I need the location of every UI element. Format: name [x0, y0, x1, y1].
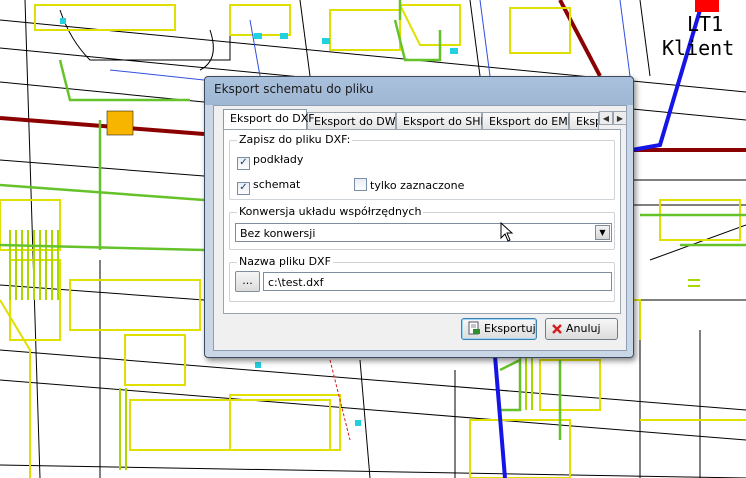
tab-bar: Eksport do DXF Eksport do DWG Eksport do…: [222, 109, 622, 129]
dialog-title: Eksport schematu do pliku: [214, 82, 374, 96]
close-icon: [552, 324, 562, 334]
browse-button[interactable]: ...: [235, 271, 260, 292]
export-dialog: Eksport schematu do pliku Eksport do DXF…: [204, 76, 634, 358]
cancel-button-label: Anuluj: [566, 322, 601, 335]
checkbox-schemat[interactable]: ✓ schemat: [237, 178, 300, 195]
filename-group: Nazwa pliku DXF ... c:\test.dxf: [229, 255, 615, 302]
dialog-titlebar[interactable]: Eksport schematu do pliku: [205, 77, 633, 103]
mouse-cursor-icon: [500, 222, 514, 242]
tab-export-emf[interactable]: Eksport do EMF: [482, 112, 574, 129]
filename-input[interactable]: c:\test.dxf: [263, 272, 612, 291]
checkbox-tylko-zaznaczone[interactable]: tylko zaznaczone: [354, 178, 464, 192]
export-button[interactable]: Eksportuj: [461, 318, 537, 340]
conversion-group-title: Konwersja układu współrzędnych: [237, 205, 424, 218]
save-group-title: Zapisz do pliku DXF:: [237, 133, 353, 146]
checkbox-tylko-zaznaczone-box[interactable]: [354, 178, 367, 191]
tab-export-shp[interactable]: Eksport do SHP: [396, 112, 487, 129]
checkbox-schemat-box[interactable]: ✓: [237, 182, 250, 195]
checkbox-tylko-zaznaczone-label: tylko zaznaczone: [370, 179, 465, 192]
map-label-klient: Klient: [662, 36, 735, 60]
map-label-lt1: LT1: [687, 12, 724, 36]
checkbox-podklady-box[interactable]: ✓: [237, 157, 250, 170]
tab-export-dxf[interactable]: Eksport do DXF: [223, 109, 315, 129]
tab-scroll-right-icon[interactable]: ▶: [613, 111, 627, 125]
dxf-panel: Zapisz do pliku DXF: ✓ podkłady ✓ schemat …: [223, 129, 621, 314]
conversion-group: Konwersja układu współrzędnych Bez konwe…: [229, 205, 615, 250]
conversion-select-value: Bez konwersji: [240, 227, 316, 240]
tab-export-more[interactable]: Eksp: [569, 112, 599, 129]
filename-group-title: Nazwa pliku DXF: [237, 255, 333, 268]
chevron-down-icon[interactable]: ▼: [595, 225, 610, 240]
export-button-label: Eksportuj: [484, 322, 536, 335]
tab-export-dwg[interactable]: Eksport do DWG: [307, 112, 404, 129]
dialog-body: Eksport do DXF Eksport do DWG Eksport do…: [213, 105, 627, 351]
checkbox-podklady[interactable]: ✓ podkłady: [237, 153, 303, 170]
cancel-button[interactable]: Anuluj: [545, 318, 618, 340]
tab-scroll-left-icon[interactable]: ◀: [599, 111, 613, 125]
save-group: Zapisz do pliku DXF: ✓ podkłady ✓ schemat …: [229, 133, 615, 200]
checkbox-podklady-label: podkłady: [253, 153, 304, 166]
export-file-icon: [468, 321, 480, 335]
checkbox-schemat-label: schemat: [253, 178, 301, 191]
conversion-select[interactable]: Bez konwersji ▼: [235, 223, 612, 242]
